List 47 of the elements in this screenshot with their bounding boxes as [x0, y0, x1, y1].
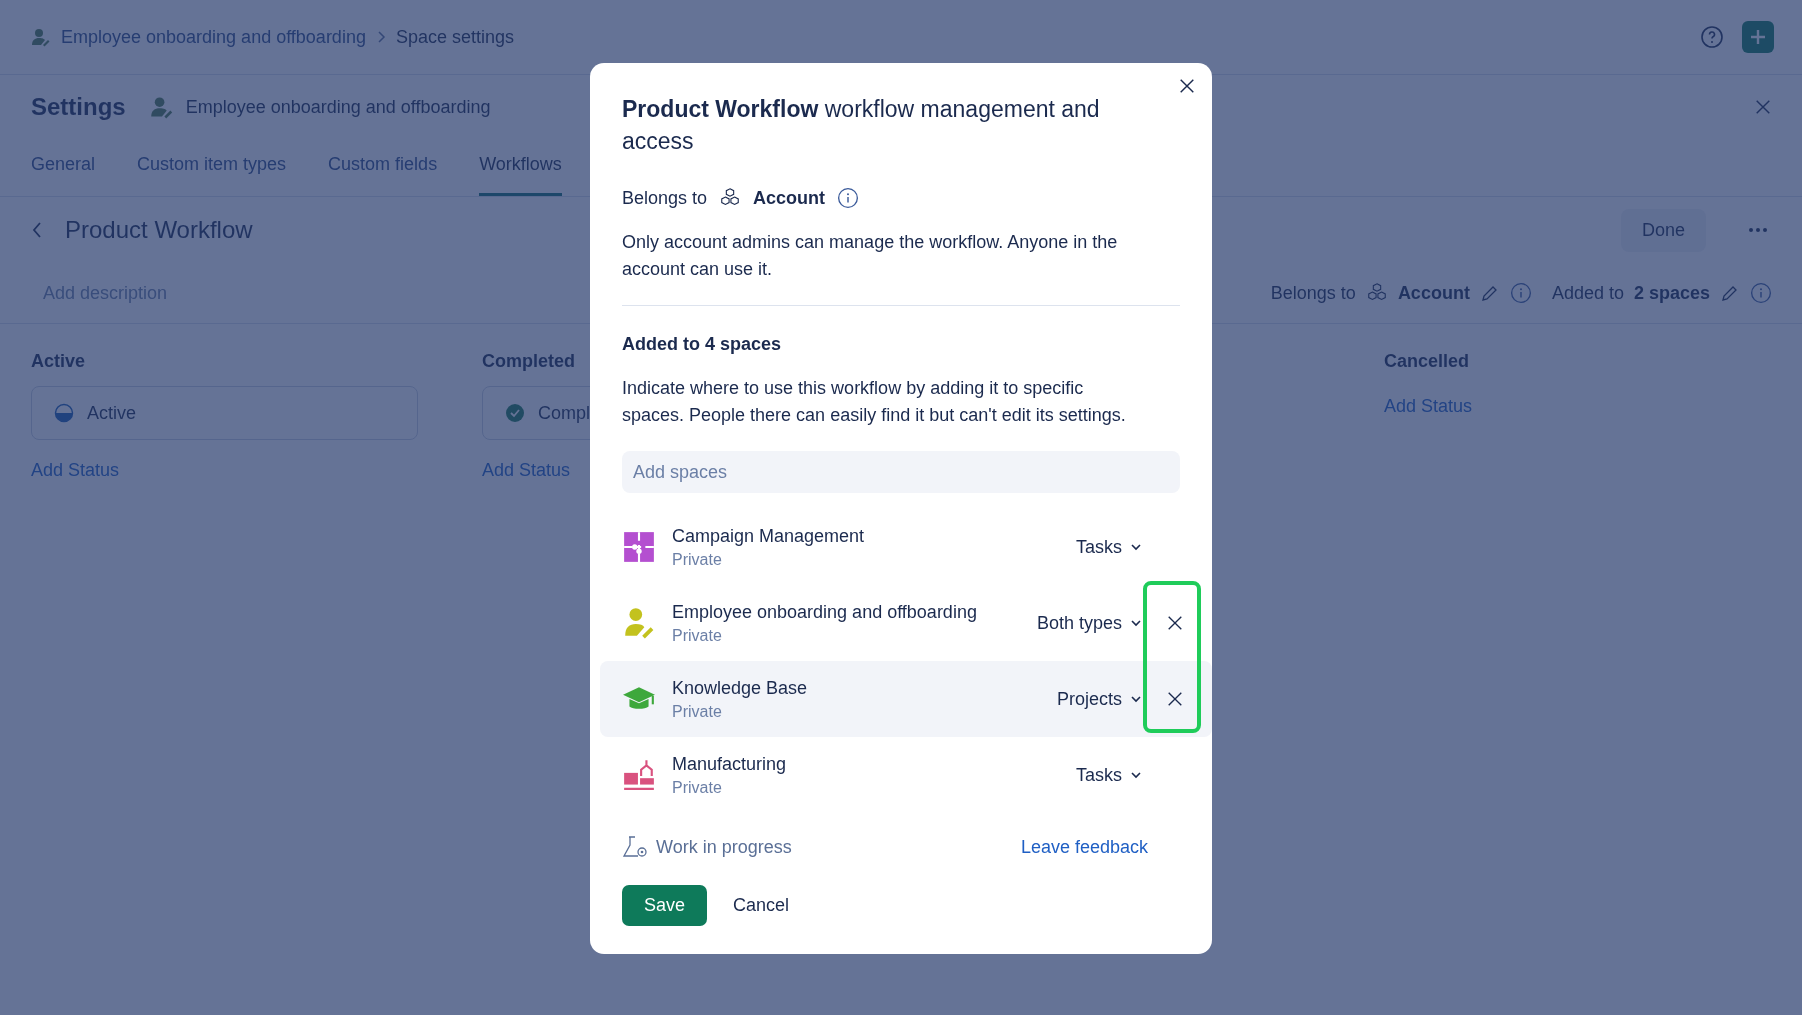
close-icon[interactable] [1166, 690, 1184, 708]
section-title: Added to 4 spaces [622, 334, 783, 355]
added-value: 2 spaces [1633, 282, 1710, 304]
caret-icon [1130, 771, 1142, 779]
space-name: Manufacturing [672, 753, 788, 775]
status-label: Compl [538, 402, 590, 424]
section-description: Indicate where to use this workflow by adding it to specific spaces. People there can easily find it but can't edit its settings. [622, 377, 1127, 427]
column-title: Completed [482, 350, 575, 373]
work-in-progress-label: Work in progress [656, 836, 792, 858]
space-name: Knowledge Base [672, 677, 809, 699]
column-title: Active [31, 350, 86, 373]
type-dropdown[interactable]: Tasks [1076, 764, 1142, 786]
modal-title: Product Workflow workflow management and access [622, 95, 1101, 156]
info-icon[interactable] [837, 187, 860, 209]
space-row-highlight[interactable]: Knowledge Base Private Projects [600, 661, 1212, 737]
type-dropdown[interactable]: Tasks [1076, 536, 1142, 558]
page-title: Settings [31, 93, 126, 121]
caret-icon [1130, 619, 1142, 627]
space-access: Private [672, 550, 723, 569]
caret-icon [1130, 543, 1142, 551]
belongs-label: Belongs to [1270, 282, 1356, 304]
close-icon[interactable] [1178, 77, 1196, 95]
breadcrumb-link[interactable]: Employee onboarding and offboarding [61, 26, 366, 48]
space-name: Campaign Management [672, 525, 866, 547]
cancel-button[interactable]: Cancel [733, 895, 790, 916]
space-access: Private [672, 778, 723, 797]
space-name: Employee onboarding and offboarding [185, 96, 491, 118]
added-label: Added to [1551, 282, 1624, 304]
flask-gear-icon [622, 835, 650, 859]
type-dropdown[interactable]: Both types [1036, 612, 1142, 634]
type-dropdown[interactable]: Projects [1056, 688, 1142, 710]
column-title: Cancelled [1384, 350, 1470, 373]
leave-feedback-link[interactable]: Leave feedback [1020, 836, 1148, 858]
belongs-value: Account [1397, 282, 1470, 304]
belongs-value: Account [753, 187, 826, 209]
status-label: Active [87, 402, 137, 424]
space-access: Private [672, 626, 723, 645]
access-note: Only account admins can manage the workflow. Anyone in the account can use it. [622, 231, 1119, 281]
search-field[interactable]: Add spaces [622, 451, 1180, 493]
belongs-label: Belongs to [622, 187, 708, 209]
close-icon[interactable] [1166, 614, 1184, 632]
workflow-title: Product Workflow [65, 216, 253, 244]
caret-icon [1130, 695, 1142, 703]
breadcrumb-link[interactable]: Space settings [395, 26, 514, 48]
space-name: Employee onboarding and offboarding [672, 601, 978, 623]
space-access: Private [672, 702, 723, 721]
save-button[interactable]: Save [622, 885, 708, 926]
